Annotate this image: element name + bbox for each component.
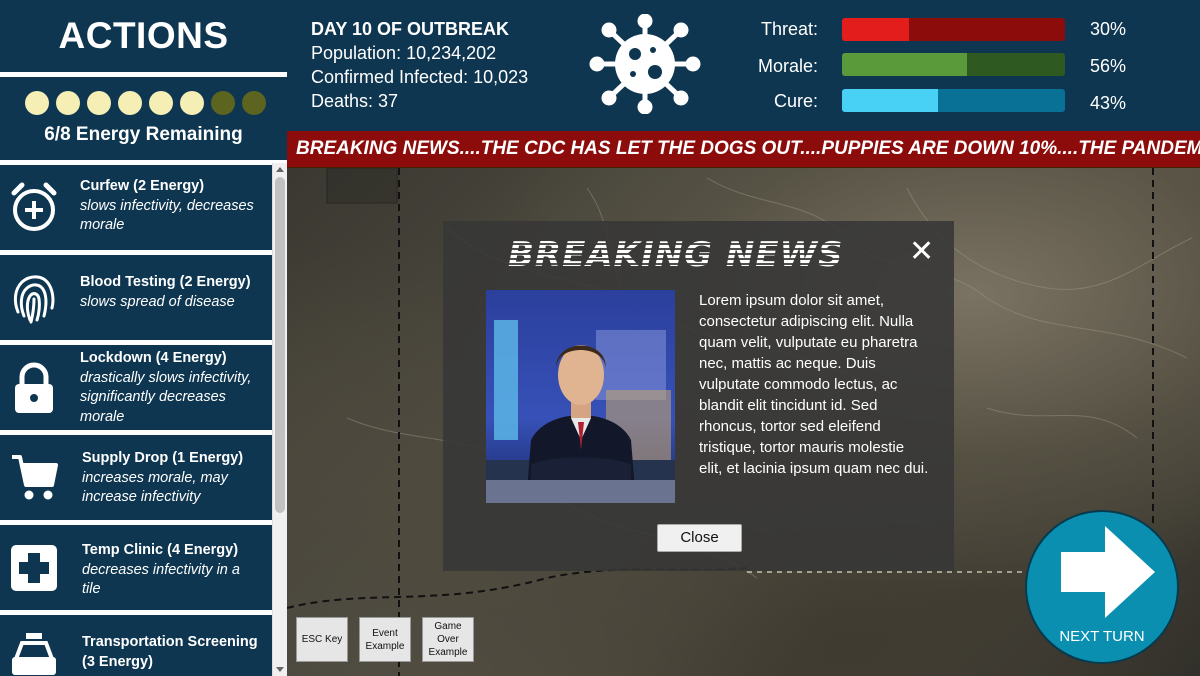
alarm-clock-plus-icon — [11, 182, 57, 231]
threat-label: Threat: — [760, 19, 818, 39]
shopping-cart-icon — [12, 455, 58, 500]
action-blood-testing[interactable]: Blood Testing (2 Energy) slows spread of… — [0, 255, 272, 340]
energy-dot-empty — [211, 91, 235, 115]
action-desc: decreases infectivity in a tile — [82, 561, 240, 598]
cure-meter-fill — [842, 89, 938, 112]
game-over-example-label: Game Over Example — [428, 621, 468, 658]
scroll-down-arrow-icon[interactable] — [276, 667, 284, 672]
action-lockdown[interactable]: Lockdown (4 Energy) drastically slows in… — [0, 345, 272, 430]
action-name: Lockdown (4 Energy) — [80, 350, 227, 366]
news-ticker-text: BREAKING NEWS....THE CDC HAS LET THE DOG… — [296, 138, 1200, 159]
morale-meter — [842, 53, 1065, 76]
threat-value: 30% — [1090, 19, 1127, 39]
energy-dot-full — [180, 91, 204, 115]
cure-value: 43% — [1090, 93, 1127, 113]
morale-value: 56% — [1090, 56, 1127, 76]
action-temp-clinic[interactable]: Temp Clinic (4 Energy) decreases infecti… — [0, 525, 272, 610]
modal-body-text: Lorem ipsum dolor sit amet, consectetur … — [699, 292, 929, 477]
energy-remaining-text: 6/8 Energy Remaining — [44, 124, 243, 145]
action-list-scrollbar[interactable] — [272, 163, 287, 676]
energy-dots — [25, 91, 266, 115]
action-list: Curfew (2 Energy) slows infectivity, dec… — [0, 165, 272, 676]
news-anchor-image — [486, 290, 675, 503]
action-desc: slows infectivity, decreases morale — [80, 197, 254, 234]
modal-title: BREAKING NEWS — [508, 235, 844, 275]
scroll-thumb[interactable] — [275, 177, 285, 513]
virus-icon — [589, 14, 701, 114]
threat-meter-fill — [842, 18, 909, 41]
action-desc: drastically slows infectivity, significa… — [80, 369, 252, 425]
event-example-label: Event Example — [365, 627, 405, 652]
energy-dot-full — [56, 91, 80, 115]
scroll-up-arrow-icon[interactable] — [276, 167, 284, 172]
action-name: Transportation Screening (3 Energy) — [82, 634, 258, 670]
actions-title: ACTIONS — [58, 15, 229, 56]
cure-label: Cure: — [773, 91, 818, 111]
status-bar: DAY 10 OF OUTBREAK Population: 10,234,20… — [287, 0, 1200, 131]
event-example-button[interactable]: Event Example — [359, 617, 411, 662]
outbreak-stats: DAY 10 OF OUTBREAK Population: 10,234,20… — [311, 17, 528, 113]
energy-dot-full — [118, 91, 142, 115]
game-over-example-button[interactable]: Game Over Example — [422, 617, 474, 662]
action-name: Temp Clinic (4 Energy) — [82, 542, 239, 558]
action-name: Curfew (2 Energy) — [80, 178, 205, 194]
actions-header: ACTIONS — [0, 0, 287, 72]
population-stat: Population: 10,234,202 — [311, 43, 497, 63]
padlock-icon — [15, 362, 53, 413]
breaking-news-modal: BREAKING NEWS ✕ Lorem ipsum dolor sit am… — [443, 221, 954, 571]
next-turn-label: NEXT TURN — [1059, 628, 1145, 645]
next-turn-button[interactable]: NEXT TURN — [1025, 510, 1179, 664]
cure-meter — [842, 89, 1065, 112]
right-arrow-icon — [1061, 526, 1155, 618]
action-supply-drop[interactable]: Supply Drop (1 Energy) increases morale,… — [0, 435, 272, 520]
esc-key-button[interactable]: ESC Key — [296, 617, 348, 662]
taxi-icon — [12, 633, 56, 675]
day-counter: DAY 10 OF OUTBREAK — [311, 19, 510, 39]
morale-label: Morale: — [757, 56, 818, 76]
morale-meter-fill — [842, 53, 967, 76]
esc-key-label: ESC Key — [301, 634, 343, 645]
fingerprint-icon — [13, 275, 55, 324]
energy-panel: 6/8 Energy Remaining — [0, 77, 287, 160]
energy-dot-full — [87, 91, 111, 115]
action-name: Supply Drop (1 Energy) — [82, 450, 244, 466]
action-transportation-screening[interactable]: Transportation Screening (3 Energy) — [0, 615, 272, 676]
energy-dot-full — [149, 91, 173, 115]
medical-cross-icon — [11, 545, 57, 591]
infected-stat: Confirmed Infected: 10,023 — [311, 67, 529, 87]
close-button[interactable]: Close — [657, 524, 742, 552]
deaths-stat: Deaths: 37 — [311, 91, 399, 111]
action-desc: slows spread of disease — [80, 293, 235, 310]
close-icon[interactable]: ✕ — [909, 237, 934, 267]
action-name: Blood Testing (2 Energy) — [80, 274, 251, 290]
news-ticker: BREAKING NEWS....THE CDC HAS LET THE DOG… — [287, 131, 1200, 168]
energy-dot-full — [25, 91, 49, 115]
action-desc: increases morale, may increase infectivi… — [82, 469, 228, 506]
energy-dot-empty — [242, 91, 266, 115]
threat-meter — [842, 18, 1065, 41]
actions-sidebar: ACTIONS 6/8 Energy Remaining Curfew (2 E… — [0, 0, 287, 676]
action-curfew[interactable]: Curfew (2 Energy) slows infectivity, dec… — [0, 165, 272, 250]
